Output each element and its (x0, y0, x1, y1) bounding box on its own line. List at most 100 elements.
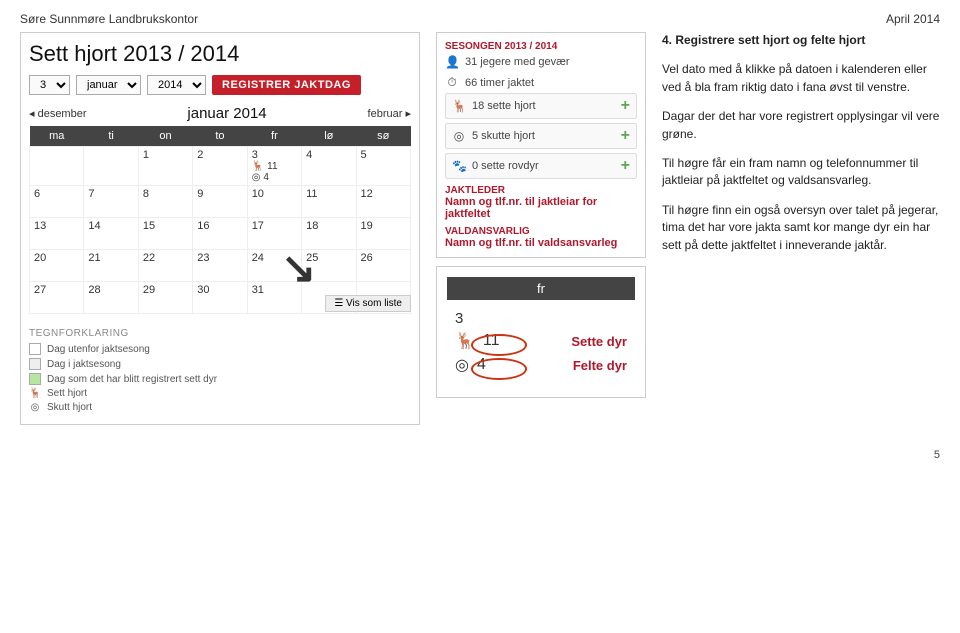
hunter-icon: 👤 (445, 55, 459, 69)
legend-label: Dag utenfor jaktsesong (47, 344, 150, 355)
doc-org: Søre Sunnmøre Landbrukskontor (20, 12, 198, 26)
calendar-day[interactable] (84, 147, 138, 186)
register-button[interactable]: REGISTRER JAKTDAG (212, 75, 361, 95)
stat-rovdyr-box[interactable]: 🐾 0 sette rovdyr + (445, 153, 637, 179)
weekday-header: ti (84, 126, 138, 147)
instructions-paragraph: Dagar der det har vore registrert opplys… (662, 108, 940, 143)
plus-icon[interactable]: + (621, 97, 630, 115)
calendar-day[interactable]: 14 (84, 218, 138, 250)
plus-icon[interactable]: + (621, 157, 630, 175)
season-label: SESONGEN 2013 / 2014 (445, 41, 637, 52)
current-month: januar 2014 (187, 105, 266, 122)
jaktleder-text: Namn og tlf.nr. til jaktleiar for jaktfe… (445, 196, 637, 220)
calendar-day[interactable] (30, 147, 84, 186)
stat-hours: 66 timer jaktet (465, 77, 534, 89)
page-number: 5 (0, 445, 960, 465)
stats-panel: SESONGEN 2013 / 2014 👤 31 jegere med gevæ… (436, 32, 646, 258)
weekday-header: fr (247, 126, 301, 147)
calendar-panel: Sett hjort 2013 / 2014 3 januar 2014 REG… (20, 32, 420, 425)
calendar-day[interactable]: 11 (302, 186, 356, 218)
day-target-count: 4 (263, 172, 269, 183)
stat-rovdyr: 0 sette rovdyr (472, 160, 539, 172)
year-select[interactable]: 2014 (147, 75, 206, 95)
calendar-day[interactable]: 21 (84, 250, 138, 282)
next-month-link[interactable]: februar ▸ (368, 107, 411, 120)
calendar-day[interactable]: 2 (193, 147, 247, 186)
calendar-day[interactable]: 10 (247, 186, 301, 218)
calendar-day[interactable]: 25 (302, 250, 356, 282)
calendar-day[interactable]: 7 (84, 186, 138, 218)
clock-icon: ⏱ (445, 75, 459, 90)
legend: TEGNFORKLARING Dag utenfor jaktsesong Da… (29, 328, 411, 413)
vald-text: Namn og tlf.nr. til valdsansvarleg (445, 237, 637, 249)
instructions-paragraph: Til høgre får ein fram namn og telefonnu… (662, 155, 940, 190)
vald-label: VALDANSVARLIG (445, 226, 637, 237)
calendar-day[interactable]: 4 (302, 147, 356, 186)
calendar-day[interactable]: 30 (193, 282, 247, 314)
target-icon: ◎ (452, 129, 466, 143)
calendar-day[interactable]: 17 (247, 218, 301, 250)
weekday-header: ma (30, 126, 84, 147)
calendar-day[interactable]: 3 🦌11 ◎4 (247, 147, 301, 186)
stat-sette: 18 sette hjort (472, 100, 536, 112)
page-title: Sett hjort 2013 / 2014 (29, 41, 411, 67)
annotation-circle (471, 334, 527, 356)
weekday-header: on (138, 126, 192, 147)
legend-label: Dag i jaktsesong (47, 359, 121, 370)
month-select[interactable]: januar (76, 75, 141, 95)
paw-icon: 🐾 (452, 159, 466, 173)
plus-icon[interactable]: + (621, 127, 630, 145)
stat-sette-box[interactable]: 🦌 18 sette hjort + (445, 93, 637, 119)
day-deer-count: 11 (267, 161, 277, 172)
calendar-day[interactable]: 6 (30, 186, 84, 218)
calendar-day[interactable]: 16 (193, 218, 247, 250)
legend-swatch-registered (29, 373, 41, 385)
calendar-day[interactable]: 26 (356, 250, 410, 282)
calendar-day[interactable]: 12 (356, 186, 410, 218)
calendar-table: ma ti on to fr lø sø 1 2 3 🦌11 ◎4 (29, 126, 411, 314)
calendar-day[interactable]: 29 (138, 282, 192, 314)
target-icon: ◎ (455, 355, 469, 375)
weekday-header: to (193, 126, 247, 147)
calendar-day[interactable]: 27 (30, 282, 84, 314)
legend-swatch-outside (29, 343, 41, 355)
detail-weekday: fr (447, 277, 635, 300)
stat-skutte-box[interactable]: ◎5 skutte hjort + (445, 123, 637, 149)
weekday-header: sø (356, 126, 410, 147)
calendar-day[interactable]: 24 (247, 250, 301, 282)
calendar-day[interactable]: 13 (30, 218, 84, 250)
doc-date: April 2014 (886, 12, 940, 26)
legend-label: Skutt hjort (47, 402, 92, 413)
deer-icon: 🦌 (452, 99, 466, 113)
instructions-paragraph: Vel dato med å klikke på datoen i kalend… (662, 61, 940, 96)
calendar-day[interactable]: 15 (138, 218, 192, 250)
calendar-day[interactable]: 5 (356, 147, 410, 186)
calendar-day[interactable]: 28 (84, 282, 138, 314)
detail-day-number: 3 (455, 310, 627, 327)
list-view-button[interactable]: ☰ Vis som liste (325, 295, 411, 312)
legend-swatch-inside (29, 358, 41, 370)
calendar-day[interactable]: 9 (193, 186, 247, 218)
detail-felte-label: Felte dyr (573, 358, 627, 373)
day-detail-panel: fr 3 🦌 11 Sette dyr ◎ 4 Felte dyr (436, 266, 646, 398)
calendar-day[interactable]: 19 (356, 218, 410, 250)
calendar-day[interactable]: 23 (193, 250, 247, 282)
day-select[interactable]: 3 (29, 75, 70, 95)
stat-hunters: 31 jegere med gevær (465, 56, 570, 68)
instructions-paragraph: Til høgre finn ein også oversyn over tal… (662, 202, 940, 254)
legend-label: Sett hjort (47, 388, 87, 399)
calendar-day[interactable]: 20 (30, 250, 84, 282)
target-icon: ◎ (252, 172, 261, 183)
calendar-day[interactable]: 31 (247, 282, 301, 314)
prev-month-link[interactable]: ◂ desember (29, 107, 87, 120)
instructions-panel: 4. Registrere sett hjort og felte hjort … (662, 32, 940, 425)
calendar-day[interactable]: 8 (138, 186, 192, 218)
detail-sette-label: Sette dyr (571, 334, 627, 349)
calendar-day[interactable]: 18 (302, 218, 356, 250)
weekday-header: lø (302, 126, 356, 147)
calendar-day[interactable]: 1 (138, 147, 192, 186)
deer-icon: 🦌 (29, 388, 41, 399)
target-icon: ◎ (29, 402, 41, 413)
jaktleder-label: JAKTLEDER (445, 185, 637, 196)
calendar-day[interactable]: 22 (138, 250, 192, 282)
